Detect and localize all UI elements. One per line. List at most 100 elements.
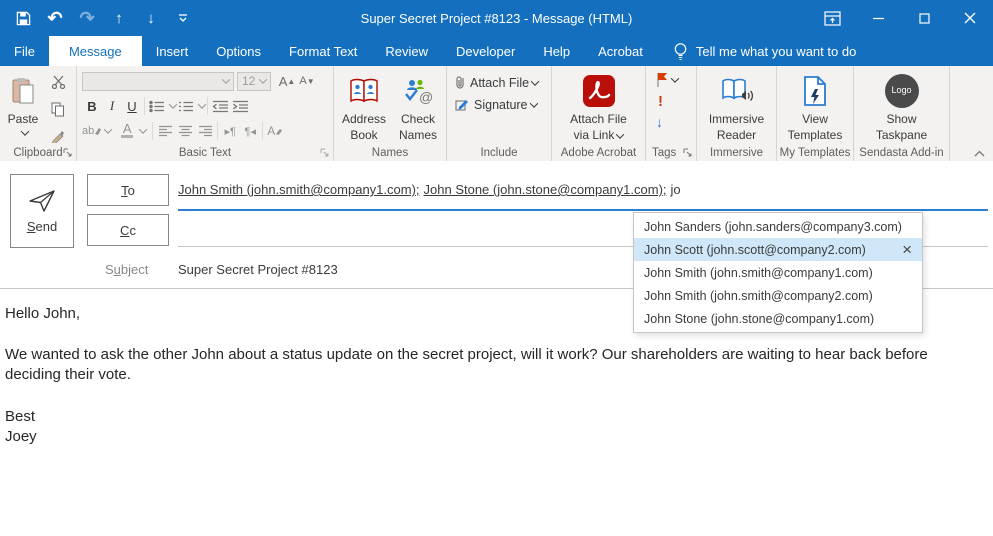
to-field[interactable]: John Smith (john.smith@company1.com); Joh… [178, 182, 681, 197]
address-book-icon [349, 73, 379, 109]
increase-indent-button[interactable] [230, 96, 250, 116]
rtl-paragraph-button[interactable]: ¶◂ [240, 121, 260, 141]
send-button[interactable]: Send [10, 174, 74, 248]
bullets-button[interactable] [147, 96, 167, 116]
collapse-ribbon-button[interactable] [974, 150, 985, 157]
clear-formatting-button[interactable]: A [265, 121, 285, 141]
cc-button[interactable]: Cc [87, 214, 169, 246]
align-left-button[interactable] [155, 121, 175, 141]
remove-suggestion-close-icon[interactable]: × [902, 241, 912, 258]
follow-up-flag-button[interactable] [656, 72, 678, 88]
tell-me-label: Tell me what you want to do [696, 44, 856, 59]
tab-message[interactable]: Message [49, 36, 142, 66]
font-color-button[interactable]: A [117, 121, 137, 141]
outlook-message-window: ↶ ↷ ↑ ↓ Super Secret Project #8123 - Mes… [0, 0, 993, 536]
shrink-font-button[interactable]: A▼ [297, 71, 317, 91]
close-button[interactable] [947, 0, 993, 36]
move-down-icon[interactable]: ↓ [142, 9, 160, 27]
sendasta-logo-icon: Logo [885, 73, 919, 109]
ribbon-group-include: Attach File Signature Include [447, 66, 552, 161]
to-typed-text: jo [671, 182, 681, 197]
tab-developer[interactable]: Developer [442, 36, 529, 66]
attach-file-icon [455, 75, 465, 90]
font-name-select[interactable] [82, 72, 234, 91]
minimize-button[interactable] [855, 0, 901, 36]
redo-icon: ↷ [78, 9, 96, 27]
autocomplete-item[interactable]: John Smith (john.smith@company1.com) [634, 261, 922, 284]
ribbon-filler [950, 66, 993, 161]
font-size-select[interactable]: 12 [237, 72, 271, 91]
ribbon-group-immersive: Immersive Reader Immersive [697, 66, 777, 161]
flag-chevron [671, 74, 679, 82]
grow-font-button[interactable]: A▲ [277, 71, 297, 91]
bold-button[interactable]: B [82, 96, 102, 116]
save-icon[interactable] [14, 9, 32, 27]
ribbon-group-basic-text: 12 A▲ A▼ B I U [77, 66, 334, 161]
autocomplete-item-selected[interactable]: John Scott (john.scott@company2.com) × [634, 238, 922, 261]
tell-me-box[interactable]: Tell me what you want to do [657, 36, 856, 66]
signature-chevron [529, 99, 537, 107]
window-controls [809, 0, 993, 36]
body-signature: Joey [5, 427, 981, 447]
font-color-chevron [139, 125, 147, 133]
attach-file-button[interactable]: Attach File [455, 75, 538, 90]
italic-button[interactable]: I [102, 96, 122, 116]
tab-acrobat[interactable]: Acrobat [584, 36, 657, 66]
numbering-chevron [198, 100, 206, 108]
signature-button[interactable]: Signature [455, 98, 537, 112]
ribbon-display-options-icon[interactable] [809, 0, 855, 36]
tags-dialog-launcher-icon[interactable] [683, 148, 693, 158]
maximize-button[interactable] [901, 0, 947, 36]
tab-file[interactable]: File [0, 36, 49, 66]
move-up-icon[interactable]: ↑ [110, 9, 128, 27]
acrobat-icon [582, 73, 616, 109]
quick-access-toolbar: ↶ ↷ ↑ ↓ [0, 9, 192, 27]
ltr-paragraph-button[interactable]: ▸¶ [220, 121, 240, 141]
autocomplete-dropdown: John Sanders (john.sanders@company3.com)… [633, 212, 923, 333]
low-importance-button[interactable]: ↓ [656, 114, 663, 130]
basic-text-dialog-launcher-icon[interactable] [320, 148, 330, 158]
ribbon-group-clipboard: Paste Clipboard [0, 66, 77, 161]
body-closing: Best [5, 407, 981, 427]
cut-button[interactable] [48, 72, 68, 92]
check-names-icon: @ [403, 73, 433, 109]
highlight-button[interactable]: ab [82, 121, 102, 141]
qat-customize-icon[interactable] [174, 9, 192, 27]
to-field-underline [178, 209, 988, 211]
body-paragraph: We wanted to ask the other John about a … [5, 345, 967, 385]
tab-format-text[interactable]: Format Text [275, 36, 371, 66]
underline-button[interactable]: U [122, 96, 142, 116]
to-button[interactable]: To [87, 174, 169, 206]
immersive-reader-icon [720, 73, 754, 109]
tab-review[interactable]: Review [371, 36, 442, 66]
signature-icon [455, 98, 469, 112]
autocomplete-item[interactable]: John Sanders (john.sanders@company3.com) [634, 215, 922, 238]
clipboard-dialog-launcher-icon[interactable] [63, 148, 73, 158]
align-right-button[interactable] [195, 121, 215, 141]
tab-insert[interactable]: Insert [142, 36, 203, 66]
ribbon-group-tags: ! ↓ Tags [646, 66, 697, 161]
autocomplete-item[interactable]: John Smith (john.smith@company2.com) [634, 284, 922, 307]
high-importance-button[interactable]: ! [658, 93, 663, 110]
paste-icon [11, 73, 35, 109]
copy-button[interactable] [48, 99, 68, 119]
ribbon-tab-row: File Message Insert Options Format Text … [0, 36, 993, 66]
svg-text:@: @ [419, 89, 433, 105]
decrease-indent-button[interactable] [210, 96, 230, 116]
ribbon-group-my-templates: View Templates My Templates [777, 66, 854, 161]
lightbulb-icon [673, 42, 688, 61]
recipient-chip[interactable]: John Stone (john.stone@company1.com); [424, 182, 667, 197]
tab-help[interactable]: Help [529, 36, 584, 66]
paste-dropdown-chevron [20, 127, 28, 135]
format-painter-button[interactable] [48, 126, 68, 146]
recipient-chip[interactable]: John Smith (john.smith@company1.com); [178, 182, 420, 197]
ribbon-group-adobe-acrobat: Attach File via Link Adobe Acrobat [552, 66, 646, 161]
align-center-button[interactable] [175, 121, 195, 141]
autocomplete-item[interactable]: John Stone (john.stone@company1.com) [634, 307, 922, 330]
numbering-button[interactable] [176, 96, 196, 116]
undo-icon[interactable]: ↶ [46, 9, 64, 27]
flag-icon [656, 72, 669, 88]
tab-options[interactable]: Options [202, 36, 275, 66]
subject-field[interactable]: Super Secret Project #8123 [178, 262, 338, 277]
ribbon-group-sendasta: Logo Show Taskpane Sendasta Add-in [854, 66, 950, 161]
